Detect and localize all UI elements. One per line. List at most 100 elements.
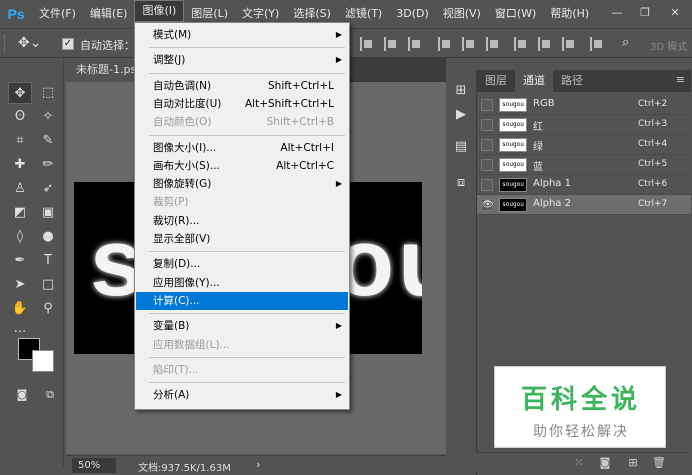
load-selection-icon[interactable]: ⁙ <box>572 456 586 470</box>
search-icon[interactable]: ⌕ <box>622 35 629 50</box>
history-panel-icon[interactable]: ⊞ <box>452 82 470 100</box>
type-tool-icon[interactable]: T <box>36 250 60 272</box>
image-menu-item[interactable]: 计算(C)... <box>136 291 348 310</box>
move-tool-icon[interactable]: ✥ <box>8 82 32 104</box>
image-menu-item[interactable]: 复制(D)... <box>136 255 348 273</box>
menu-item-label: 图像旋转(G) <box>153 178 212 191</box>
menu-item-label: 复制(D)... <box>153 258 201 271</box>
new-channel-icon[interactable]: ⊞ <box>626 456 640 470</box>
visibility-eye-icon[interactable] <box>481 159 493 171</box>
menu-item-0[interactable]: 文件(F) <box>32 0 83 28</box>
dodge-tool-icon[interactable]: ● <box>36 226 60 248</box>
auto-select-checkbox[interactable]: ✓ <box>62 38 74 50</box>
blur-tool-icon[interactable]: ◊ <box>8 226 32 248</box>
menu-item-10[interactable]: 帮助(H) <box>543 0 596 28</box>
save-selection-icon[interactable]: ◙ <box>598 456 612 470</box>
image-menu-item[interactable]: 显示全部(V) <box>136 230 348 248</box>
crop-tool-icon[interactable]: ⌗ <box>8 130 32 152</box>
distribute-top-icon[interactable] <box>514 37 526 51</box>
visibility-eye-icon[interactable] <box>481 119 493 131</box>
distribute-horizontal-icon[interactable] <box>590 37 602 51</box>
brush-tool-icon[interactable]: ✏ <box>36 154 60 176</box>
restore-button[interactable]: ❐ <box>632 4 658 22</box>
magic-wand-tool-icon[interactable]: ✧ <box>36 106 60 128</box>
menu-item-shortcut: Alt+Ctrl+I <box>280 141 334 154</box>
menu-item-label: 自动颜色(O) <box>153 116 212 129</box>
eyedropper-tool-icon[interactable]: ✎ <box>36 130 60 152</box>
lasso-tool-icon[interactable]: ʘ <box>8 106 32 128</box>
visibility-eye-icon[interactable]: 👁 <box>481 199 493 211</box>
minimize-button[interactable]: — <box>604 4 630 22</box>
tab-paths[interactable]: 路径 <box>553 70 591 92</box>
close-button[interactable]: ✕ <box>662 4 688 22</box>
options-grip[interactable] <box>4 35 8 53</box>
image-menu-item[interactable]: 自动对比度(U) Alt+Shift+Ctrl+L <box>136 95 348 113</box>
submenu-arrow-icon: ▶ <box>335 179 342 189</box>
marquee-tool-icon[interactable]: ⬚ <box>36 82 60 104</box>
image-menu-item[interactable]: 裁切(R)... <box>136 212 348 230</box>
actions-panel-icon[interactable]: ▶ <box>452 106 470 124</box>
hand-tool-icon[interactable]: ✋ <box>8 298 32 320</box>
channel-row[interactable]: sougou 红 Ctrl+3 <box>477 115 691 135</box>
menu-item-9[interactable]: 窗口(W) <box>488 0 543 28</box>
properties-panel-icon[interactable]: ▤ <box>452 138 470 156</box>
visibility-eye-icon[interactable] <box>481 179 493 191</box>
move-tool-icon[interactable]: ✥⌄ <box>18 35 41 51</box>
image-menu-item[interactable]: 调整(J) ▶ <box>136 51 348 69</box>
menu-item-label: 自动色调(N) <box>153 79 212 92</box>
menu-item-2[interactable]: 图像(I) <box>134 0 185 22</box>
menu-item-1[interactable]: 编辑(E) <box>83 0 135 28</box>
adjustments-panel-icon[interactable]: ⧈ <box>452 174 470 192</box>
image-menu-item[interactable]: 模式(M) ▶ <box>136 26 348 44</box>
delete-channel-icon[interactable]: 🗑 <box>652 456 666 470</box>
image-menu-item[interactable]: 变量(B) ▶ <box>136 317 348 335</box>
visibility-eye-icon[interactable] <box>481 139 493 151</box>
visibility-eye-icon[interactable] <box>481 99 493 111</box>
align-left-icon[interactable] <box>360 37 372 51</box>
3d-mode-label: 3D 模式 <box>650 42 688 53</box>
panel-menu-icon[interactable]: ≡ <box>676 73 685 86</box>
align-bottom-icon[interactable] <box>486 37 498 51</box>
rectangle-tool-icon[interactable]: □ <box>36 274 60 296</box>
menu-item-7[interactable]: 3D(D) <box>389 0 436 28</box>
channel-row[interactable]: 👁 sougou Alpha 2 Ctrl+7 <box>477 195 691 215</box>
distribute-vcenter-icon[interactable] <box>538 37 550 51</box>
gradient-tool-icon[interactable]: ▣ <box>36 202 60 224</box>
menu-item-8[interactable]: 视图(V) <box>436 0 488 28</box>
align-top-icon[interactable] <box>438 37 450 51</box>
screen-mode-icon[interactable]: ⧉ <box>38 384 62 406</box>
image-menu-item[interactable]: 图像大小(I)... Alt+Ctrl+I <box>136 139 348 157</box>
healing-brush-tool-icon[interactable]: ✚ <box>8 154 32 176</box>
align-vcenter-icon[interactable] <box>462 37 474 51</box>
pen-tool-icon[interactable]: ✒ <box>8 250 32 272</box>
auto-select-label: 自动选择： <box>80 39 135 52</box>
path-selection-tool-icon[interactable]: ➤ <box>8 274 32 296</box>
channel-row[interactable]: sougou 蓝 Ctrl+5 <box>477 155 691 175</box>
image-menu-item[interactable]: 画布大小(S)... Alt+Ctrl+C <box>136 157 348 175</box>
distribute-bottom-icon[interactable] <box>562 37 574 51</box>
quick-mask-icon[interactable]: ◙ <box>10 384 34 406</box>
align-hcenter-icon[interactable] <box>384 37 396 51</box>
image-menu-item[interactable]: 应用图像(Y)... <box>136 274 348 292</box>
channel-row[interactable]: sougou 绿 Ctrl+4 <box>477 135 691 155</box>
background-color-swatch[interactable] <box>32 350 54 372</box>
image-menu-item[interactable]: 自动色调(N) Shift+Ctrl+L <box>136 77 348 95</box>
channel-name: RGB <box>533 98 555 109</box>
image-menu-item: 陷印(T)... <box>136 361 348 379</box>
channel-row[interactable]: sougou Alpha 1 Ctrl+6 <box>477 175 691 195</box>
image-menu-item[interactable]: 图像旋转(G) ▶ <box>136 175 348 193</box>
history-brush-tool-icon[interactable]: ➶ <box>36 178 60 200</box>
align-right-icon[interactable] <box>408 37 420 51</box>
clone-stamp-tool-icon[interactable]: ♙ <box>8 178 32 200</box>
menu-item-label: 陷印(T)... <box>153 363 199 376</box>
tab-channels[interactable]: 通道 <box>515 70 553 92</box>
status-menu-arrow-icon[interactable]: › <box>256 458 260 471</box>
submenu-arrow-icon: ▶ <box>335 390 342 400</box>
status-bar: 50% 文档:937.5K/1.63M › <box>66 455 446 475</box>
zoom-tool-icon[interactable]: ⚲ <box>36 298 60 320</box>
channel-row[interactable]: sougou RGB Ctrl+2 <box>477 95 691 115</box>
zoom-field[interactable]: 50% <box>72 458 116 473</box>
tab-layers[interactable]: 图层 <box>477 70 515 92</box>
eraser-tool-icon[interactable]: ◩ <box>8 202 32 224</box>
image-menu-item[interactable]: 分析(A) ▶ <box>136 386 348 404</box>
